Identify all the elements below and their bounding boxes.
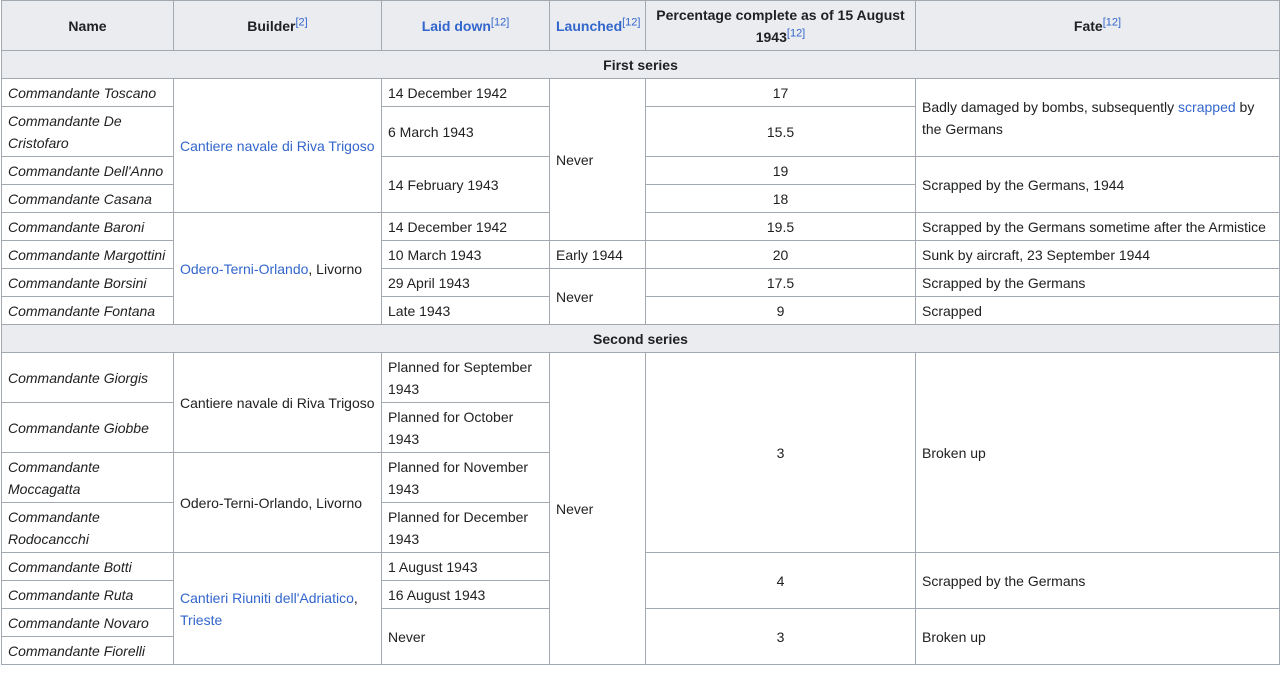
ship-name: Commandante Fiorelli — [1, 636, 174, 665]
ship-name: Commandante De Cristofaro — [1, 106, 174, 157]
fate-cell: Scrapped by the Germans sometime after t… — [915, 212, 1280, 241]
percentage-cell: 19.5 — [645, 212, 916, 241]
laid-down-link[interactable]: Laid down — [422, 18, 491, 34]
laid-down-cell: 29 April 1943 — [381, 268, 550, 297]
percentage-cell: 20 — [645, 240, 916, 269]
launched-ref[interactable]: [12] — [622, 16, 640, 28]
percentage-cell: 3 — [645, 352, 916, 553]
header-name[interactable]: Name — [1, 0, 174, 51]
ship-name: Commandante Dell'Anno — [1, 156, 174, 185]
builder-link[interactable]: Cantiere navale di Riva Trigoso — [180, 138, 375, 154]
launched-cell: Early 1944 — [549, 240, 646, 269]
percentage-cell: 17 — [645, 78, 916, 107]
launched-cell: Never — [549, 352, 646, 665]
ship-name: Commandante Novaro — [1, 608, 174, 637]
fate-cell: Broken up — [915, 352, 1280, 553]
launched-link[interactable]: Launched — [556, 18, 622, 34]
launched-cell: Never — [549, 78, 646, 241]
ship-name: Commandante Giobbe — [1, 402, 174, 453]
ship-name: Commandante Borsini — [1, 268, 174, 297]
builder-link[interactable]: Cantieri Riuniti dell'Adriatico — [180, 590, 354, 606]
percentage-cell: 4 — [645, 552, 916, 609]
scrapped-link[interactable]: scrapped — [1178, 99, 1236, 115]
section-first-series: First series — [1, 50, 1280, 79]
ship-name: Commandante Margottini — [1, 240, 174, 269]
fate-cell: Sunk by aircraft, 23 September 1944 — [915, 240, 1280, 269]
trieste-link[interactable]: Trieste — [180, 612, 222, 628]
ship-name: Commandante Ruta — [1, 580, 174, 609]
fate-ref[interactable]: [12] — [1103, 16, 1121, 28]
header-launched[interactable]: Launched[12] — [549, 0, 646, 51]
percentage-cell: 3 — [645, 608, 916, 665]
laid-down-cell: Planned for November 1943 — [381, 452, 550, 503]
ship-name: Commandante Fontana — [1, 296, 174, 325]
laid-down-cell: Planned for December 1943 — [381, 502, 550, 553]
ship-name: Commandante Giorgis — [1, 352, 174, 403]
section-second-series: Second series — [1, 324, 1280, 353]
builder-cell: Odero-Terni-Orlando, Livorno — [173, 452, 382, 553]
fate-cell: Scrapped — [915, 296, 1280, 325]
table-row: Commandante Giorgis Cantiere navale di R… — [1, 352, 1280, 665]
percentage-cell: 9 — [645, 296, 916, 325]
fate-cell: Badly damaged by bombs, subsequently scr… — [915, 78, 1280, 157]
builder-cell: Odero-Terni-Orlando, Livorno — [173, 212, 382, 325]
ships-table: Name Builder[2] Laid down[12] Launched[1… — [1, 0, 1280, 665]
laid-down-cell: 14 February 1943 — [381, 156, 550, 213]
section-row: First series — [1, 50, 1280, 79]
laid-down-cell: 1 August 1943 — [381, 552, 550, 581]
laid-down-cell: Planned for October 1943 — [381, 402, 550, 453]
laid-down-cell: 10 March 1943 — [381, 240, 550, 269]
header-builder[interactable]: Builder[2] — [173, 0, 382, 51]
header-fate[interactable]: Fate[12] — [915, 0, 1280, 51]
laid-down-cell: 14 December 1942 — [381, 212, 550, 241]
fate-cell: Broken up — [915, 608, 1280, 665]
fate-cell: Scrapped by the Germans, 1944 — [915, 156, 1280, 213]
builder-cell: Cantieri Riuniti dell'Adriatico, Trieste — [173, 552, 382, 665]
builder-cell: Cantiere navale di Riva Trigoso — [173, 78, 382, 213]
ship-name: Commandante Moccagatta — [1, 452, 174, 503]
section-row: Second series — [1, 324, 1280, 353]
fate-cell: Scrapped by the Germans — [915, 552, 1280, 609]
percentage-cell: 17.5 — [645, 268, 916, 297]
ship-name: Commandante Rodocancchi — [1, 502, 174, 553]
laid-down-cell: Never — [381, 608, 550, 665]
percentage-cell: 18 — [645, 184, 916, 213]
laid-down-cell: 16 August 1943 — [381, 580, 550, 609]
laid-down-cell: 6 March 1943 — [381, 106, 550, 157]
laid-down-cell: 14 December 1942 — [381, 78, 550, 107]
builder-link[interactable]: Odero-Terni-Orlando — [180, 261, 308, 277]
percentage-cell: 15.5 — [645, 106, 916, 157]
launched-cell: Never — [549, 268, 646, 325]
laid-down-ref[interactable]: [12] — [491, 16, 509, 28]
ship-name: Commandante Casana — [1, 184, 174, 213]
ship-name: Commandante Botti — [1, 552, 174, 581]
laid-down-cell: Late 1943 — [381, 296, 550, 325]
builder-cell: Cantiere navale di Riva Trigoso — [173, 352, 382, 453]
header-row: Name Builder[2] Laid down[12] Launched[1… — [1, 0, 1280, 51]
header-percentage[interactable]: Percentage complete as of 15 August 1943… — [645, 0, 916, 51]
builder-ref[interactable]: [2] — [296, 16, 308, 28]
header-laid-down[interactable]: Laid down[12] — [381, 0, 550, 51]
fate-cell: Scrapped by the Germans — [915, 268, 1280, 297]
percentage-ref[interactable]: [12] — [787, 27, 805, 39]
ship-name: Commandante Baroni — [1, 212, 174, 241]
table-row: Commandante Toscano Cantiere navale di R… — [1, 78, 1280, 241]
ship-name: Commandante Toscano — [1, 78, 174, 107]
laid-down-cell: Planned for September 1943 — [381, 352, 550, 403]
percentage-cell: 19 — [645, 156, 916, 185]
